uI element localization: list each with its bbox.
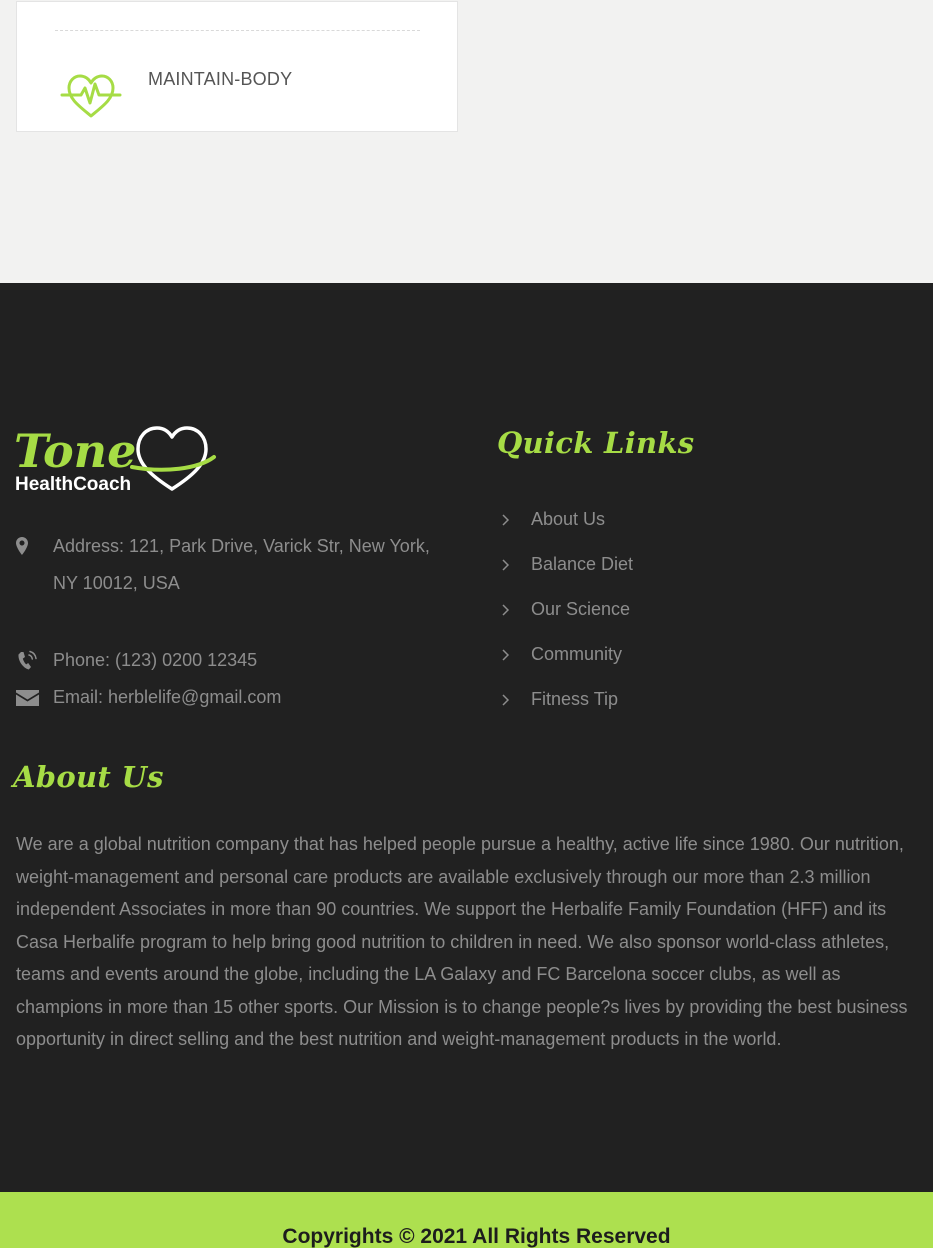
map-marker-icon xyxy=(16,537,28,555)
service-card[interactable]: MAINTAIN-BODY xyxy=(16,1,458,132)
quick-link-label[interactable]: Community xyxy=(531,644,622,665)
heartbeat-icon xyxy=(60,74,122,118)
contact-email: Email: herblelife@gmail.com xyxy=(16,687,281,716)
quick-link-our-science[interactable]: Our Science xyxy=(500,587,633,632)
quick-links-heading: Quick Links xyxy=(497,426,695,460)
phone-text[interactable]: Phone: (123) 0200 12345 xyxy=(53,642,257,679)
quick-link-label[interactable]: Fitness Tip xyxy=(531,689,618,710)
quick-links-list: About Us Balance Diet Our Science Commun… xyxy=(500,497,633,722)
chevron-right-icon xyxy=(502,513,510,526)
envelope-icon xyxy=(16,690,39,706)
quick-link-fitness-tip[interactable]: Fitness Tip xyxy=(500,677,633,722)
tone-healthcoach-logo[interactable]: Tone HealthCoach xyxy=(14,423,219,495)
logo-sub: HealthCoach xyxy=(15,474,131,495)
quick-link-community[interactable]: Community xyxy=(500,632,633,677)
services-section: MAINTAIN-BODY xyxy=(0,0,933,283)
chevron-right-icon xyxy=(502,558,510,571)
quick-link-label[interactable]: Balance Diet xyxy=(531,554,633,575)
quick-link-balance-diet[interactable]: Balance Diet xyxy=(500,542,633,587)
chevron-right-icon xyxy=(502,648,510,661)
copyright-bar: Copyrights © 2021 All Rights Reserved xyxy=(0,1192,933,1248)
footer: Tone HealthCoach Address: 121, Park Driv… xyxy=(0,283,933,1192)
quick-link-about-us[interactable]: About Us xyxy=(500,497,633,542)
contact-address: Address: 121, Park Drive, Varick Str, Ne… xyxy=(16,536,453,602)
contact-phone: Phone: (123) 0200 12345 xyxy=(16,650,257,679)
address-text: Address: 121, Park Drive, Varick Str, Ne… xyxy=(53,536,430,593)
about-us-text: We are a global nutrition company that h… xyxy=(16,834,908,1049)
card-divider xyxy=(55,30,420,31)
logo-word: Tone xyxy=(14,424,136,478)
card-title[interactable]: MAINTAIN-BODY xyxy=(148,69,292,90)
chevron-right-icon xyxy=(502,693,510,706)
email-text[interactable]: Email: herblelife@gmail.com xyxy=(53,679,281,716)
about-us-heading: About Us xyxy=(13,760,164,794)
quick-link-label[interactable]: About Us xyxy=(531,509,605,530)
phone-volume-icon xyxy=(18,650,37,670)
quick-link-label[interactable]: Our Science xyxy=(531,599,630,620)
chevron-right-icon xyxy=(502,603,510,616)
copyright-text: Copyrights © 2021 All Rights Reserved xyxy=(282,1225,671,1248)
